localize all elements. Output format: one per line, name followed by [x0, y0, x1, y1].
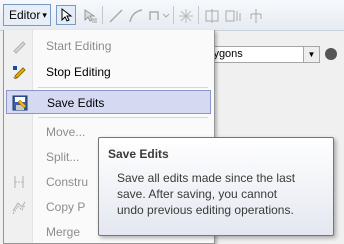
menu-item-stop-editing[interactable]: Stop Editing — [6, 60, 211, 84]
editor-toolbar: Editor ▾ — [0, 0, 344, 31]
dropdown-arrow-icon[interactable]: ▼ — [303, 47, 319, 62]
menu-separator — [38, 87, 208, 88]
copy-parallel-icon — [11, 199, 27, 215]
menu-item-label: Constru — [46, 175, 89, 189]
midpoint-icon[interactable] — [178, 8, 194, 24]
edit-tool-icon[interactable] — [56, 5, 76, 25]
target-layer-dropdown[interactable]: lygons ▼ — [207, 46, 320, 63]
attributes-icon[interactable] — [248, 8, 264, 24]
trace-icon[interactable] — [148, 8, 170, 24]
pencil-stop-icon — [11, 64, 27, 80]
menu-item-label: Save Edits — [47, 96, 105, 110]
menu-item-label: Stop Editing — [46, 65, 111, 79]
menu-separator — [38, 117, 208, 118]
tooltip-line: save. After saving, you cannot — [117, 187, 278, 201]
tooltip-line: undo previous editing operations. — [117, 203, 294, 217]
editor-menu-label: Editor — [9, 8, 41, 22]
menu-item-start-editing[interactable]: Start Editing — [6, 34, 211, 58]
save-edits-tooltip: Save Edits Save all edits made since the… — [98, 137, 334, 236]
menu-item-label: Copy P — [46, 200, 86, 214]
tooltip-title: Save Edits — [108, 147, 169, 161]
straight-segment-icon[interactable] — [108, 8, 124, 24]
tooltip-line: Save all edits made since the last — [117, 171, 296, 185]
toolbar-separator — [173, 6, 174, 24]
toolbar-separator — [102, 6, 103, 24]
pencil-icon — [11, 38, 27, 54]
rotate-tool-icon[interactable] — [224, 8, 241, 24]
layer-symbol-icon — [325, 48, 337, 60]
menu-item-label: Move... — [46, 125, 86, 139]
construct-points-icon — [11, 174, 27, 190]
menu-item-label: Merge — [46, 225, 81, 239]
menu-item-label: Split... — [46, 150, 80, 164]
editor-menu-button[interactable]: Editor ▾ — [3, 4, 51, 26]
chevron-down-icon: ▾ — [42, 9, 47, 20]
annotation-tool-icon[interactable] — [82, 8, 98, 24]
split-tool-icon[interactable] — [204, 8, 220, 24]
save-edits-icon — [12, 95, 28, 111]
toolbar-separator — [198, 6, 199, 24]
tooltip-description: Save all edits made since the last save.… — [117, 170, 329, 218]
target-layer-value: lygons — [211, 48, 243, 60]
menu-item-label: Start Editing — [46, 39, 112, 53]
end-point-arc-icon[interactable] — [128, 8, 144, 24]
menu-item-save-edits[interactable]: Save Edits — [6, 90, 211, 114]
